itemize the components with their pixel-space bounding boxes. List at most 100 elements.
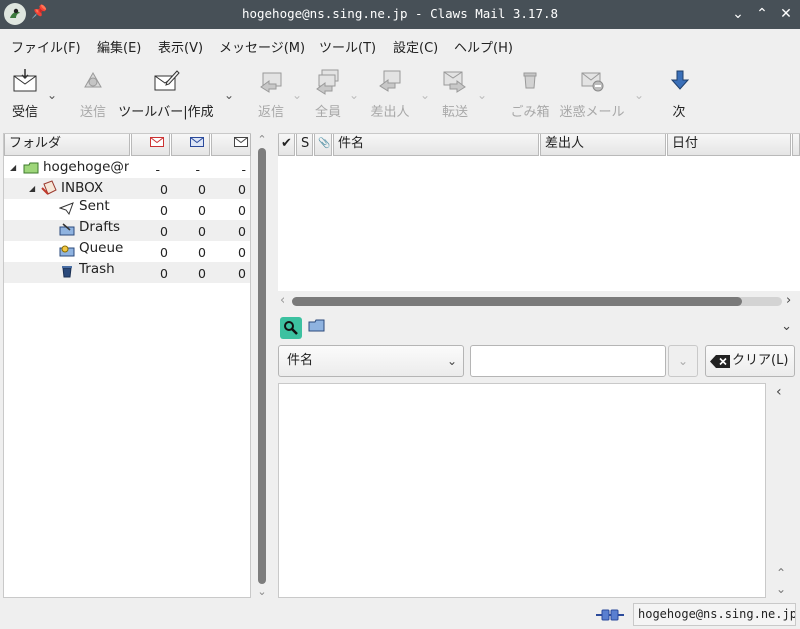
- folder-row-trash[interactable]: Trash 0 0 0: [4, 261, 250, 283]
- mailbox-icon: [23, 162, 39, 174]
- folder-search-icon[interactable]: [308, 318, 326, 334]
- send-button[interactable]: 送信: [76, 67, 110, 120]
- spam-button[interactable]: 迷惑メール: [558, 67, 626, 120]
- account-selector[interactable]: hogehoge@ns.sing.ne.jp: [633, 603, 796, 626]
- menu-view[interactable]: 表示(V): [158, 37, 203, 56]
- from-column-header[interactable]: 差出人: [540, 134, 666, 156]
- new-count: 0: [160, 245, 168, 260]
- compose-icon: [154, 70, 180, 91]
- extra-column-header[interactable]: [792, 134, 800, 156]
- spam-icon: [581, 72, 604, 92]
- new-count: 0: [160, 203, 168, 218]
- drafts-folder-icon: [59, 223, 75, 236]
- scroll-left-icon[interactable]: ‹: [280, 293, 285, 308]
- menu-configuration[interactable]: 設定(C): [393, 37, 438, 56]
- scroll-down-icon[interactable]: ⌄: [776, 582, 786, 596]
- reply-icon: [260, 72, 282, 93]
- menu-help[interactable]: ヘルプ(H): [454, 37, 513, 56]
- inbox-icon: [41, 180, 57, 195]
- folder-row-queue[interactable]: Queue 0 0 0: [4, 240, 250, 262]
- search-field-value: 件名: [287, 353, 314, 368]
- message-list[interactable]: ✔ S 📎 件名 差出人 日付: [278, 133, 800, 291]
- trash-button[interactable]: ごみ箱: [509, 67, 551, 120]
- reply-sender-icon: [379, 70, 401, 92]
- menu-file[interactable]: ファイル(F): [11, 37, 81, 56]
- status-column-header[interactable]: S: [296, 134, 313, 156]
- search-history-dropdown[interactable]: ⌄: [668, 345, 698, 377]
- receive-menu-chevron-icon[interactable]: ⌄: [47, 88, 57, 102]
- folder-row-account[interactable]: ◢ hogehoge@ns.sing.ne.jp - - -: [4, 157, 250, 178]
- close-icon[interactable]: ✕: [776, 4, 796, 24]
- dropdown-chevron-icon: ⌄: [446, 354, 457, 368]
- attachment-column-header[interactable]: 📎: [314, 134, 332, 156]
- folder-name: Trash: [79, 261, 115, 277]
- menu-bar: ファイル(F) 編集(E) 表示(V) メッセージ(M) ツール(T) 設定(C…: [0, 29, 800, 59]
- compose-menu-chevron-icon[interactable]: ⌄: [224, 88, 234, 102]
- next-button[interactable]: 次: [666, 67, 692, 120]
- receive-button[interactable]: 受信: [6, 67, 44, 120]
- menu-edit[interactable]: 編集(E): [97, 37, 141, 56]
- scrollbar-thumb[interactable]: [258, 148, 266, 584]
- scrollbar-thumb[interactable]: [292, 297, 742, 306]
- reply-sender-menu-chevron-icon[interactable]: ⌄: [420, 88, 430, 102]
- unread-count: 0: [198, 203, 206, 218]
- folder-column-header[interactable]: フォルダ: [4, 134, 130, 156]
- online-plug-icon[interactable]: [596, 608, 624, 622]
- menu-tools[interactable]: ツール(T): [319, 37, 376, 56]
- trash-folder-icon: [62, 266, 72, 278]
- date-column-header[interactable]: 日付: [667, 134, 791, 156]
- folder-row-drafts[interactable]: Drafts 0 0 0: [4, 219, 250, 241]
- compose-button[interactable]: ツールバー|作成: [116, 67, 216, 120]
- scroll-up-icon[interactable]: ⌃: [256, 133, 268, 146]
- expand-arrow-icon[interactable]: ◢: [29, 178, 35, 199]
- new-count: -: [155, 162, 160, 177]
- total-count: 0: [238, 203, 246, 218]
- folder-row-inbox[interactable]: ◢ INBOX 0 0 0: [4, 178, 250, 199]
- unread-mail-column-header[interactable]: [171, 134, 210, 156]
- unread-mail-icon: [190, 137, 204, 147]
- send-queue-icon: [84, 71, 102, 88]
- chevron-left-icon[interactable]: ‹: [776, 384, 782, 400]
- folder-row-sent[interactable]: Sent 0 0 0: [4, 198, 250, 220]
- mark-column-header[interactable]: ✔: [278, 134, 295, 156]
- spam-menu-chevron-icon[interactable]: ⌄: [634, 88, 644, 102]
- receive-mail-icon: [13, 69, 37, 92]
- subject-column-header[interactable]: 件名: [333, 134, 539, 156]
- forward-button[interactable]: 転送: [438, 67, 472, 120]
- search-icon: [284, 321, 298, 335]
- clear-button[interactable]: クリア(L): [705, 345, 795, 377]
- folder-scrollbar[interactable]: ⌃ ⌄: [254, 133, 270, 598]
- reply-button[interactable]: 返信: [254, 67, 288, 120]
- search-field-select[interactable]: 件名 ⌄: [278, 345, 464, 377]
- unread-count: -: [195, 162, 200, 177]
- menu-message[interactable]: メッセージ(M): [219, 37, 305, 56]
- reply-menu-chevron-icon[interactable]: ⌄: [292, 88, 302, 102]
- unread-count: 0: [198, 182, 206, 197]
- scroll-up-icon[interactable]: ⌃: [776, 566, 786, 580]
- scroll-right-icon[interactable]: ›: [786, 293, 791, 308]
- message-preview[interactable]: [278, 383, 766, 598]
- reply-all-menu-chevron-icon[interactable]: ⌄: [349, 88, 359, 102]
- search-toggle-button[interactable]: [280, 317, 302, 339]
- title-bar: 📌 hogehoge@ns.sing.ne.jp - Claws Mail 3.…: [0, 0, 800, 29]
- expand-arrow-icon[interactable]: ◢: [10, 157, 16, 178]
- reply-sender-button[interactable]: 差出人: [368, 67, 412, 120]
- reply-all-button[interactable]: 全員: [311, 67, 345, 120]
- new-mail-column-header[interactable]: [131, 134, 170, 156]
- forward-menu-chevron-icon[interactable]: ⌄: [477, 88, 487, 102]
- search-input[interactable]: [470, 345, 666, 377]
- status-bar: hogehoge@ns.sing.ne.jp: [0, 600, 800, 629]
- folder-name: hogehoge@ns.sing.ne.jp: [43, 159, 129, 175]
- total-mail-icon: [234, 137, 248, 147]
- total-mail-column-header[interactable]: [211, 134, 251, 156]
- chevron-down-icon[interactable]: ⌄: [781, 319, 792, 334]
- total-count: 0: [238, 266, 246, 281]
- new-mail-icon: [150, 137, 164, 147]
- folder-name: Sent: [79, 198, 110, 214]
- maximize-icon[interactable]: ⌃: [752, 4, 772, 24]
- folder-tree[interactable]: フォルダ ◢ hogehoge@ns.sing.ne.jp - - - ◢ IN…: [3, 133, 251, 598]
- message-list-hscrollbar[interactable]: ‹ ›: [278, 292, 800, 310]
- scroll-down-icon[interactable]: ⌄: [256, 585, 268, 598]
- toolbar: 受信 ⌄ 送信 ツールバー|作成 ⌄ 返信 ⌄ 全員 ⌄ 差出人 ⌄ 転送 ⌄ …: [0, 59, 800, 130]
- minimize-icon[interactable]: ⌄: [728, 4, 748, 24]
